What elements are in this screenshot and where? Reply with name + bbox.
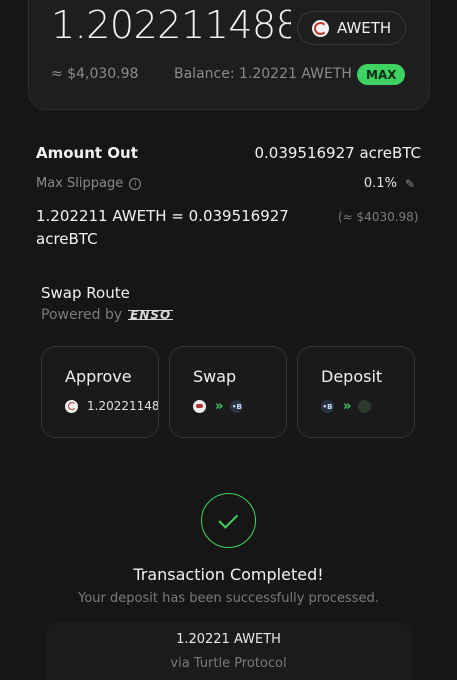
aweth-token-icon xyxy=(312,19,329,37)
summary-protocol: via Turtle Protocol xyxy=(170,656,287,671)
vault-token-icon xyxy=(358,400,372,413)
enso-logo: ENSO xyxy=(128,308,174,322)
usd-value: ≈ $4,030.98 xyxy=(51,66,139,82)
amount-out-value: 0.039516927 acreBTC xyxy=(254,144,421,162)
step-approve-body: 1.2022114884 xyxy=(65,399,159,413)
step-deposit-title: Deposit xyxy=(321,367,383,386)
success-check-circle xyxy=(201,493,256,548)
step-deposit: Deposit •B » xyxy=(297,346,415,438)
exchange-rate: 1.202211 AWETH = 0.039516927 acreBTC xyxy=(36,207,289,248)
transaction-completed-subtitle: Your deposit has been successfully proce… xyxy=(78,591,379,606)
info-icon[interactable]: i xyxy=(129,177,142,190)
swap-route-title: Swap Route xyxy=(41,284,130,302)
powered-by-text: Powered by xyxy=(41,307,123,323)
summary-card: 1.20221 AWETH via Turtle Protocol xyxy=(45,622,412,680)
amount-out-label: Amount Out xyxy=(36,144,138,162)
exchange-rate-usd: (≈ $4030.98) xyxy=(338,210,419,224)
step-swap-title: Swap xyxy=(193,367,237,386)
step-approve: Approve 1.2022114884 xyxy=(41,346,159,438)
powered-by: Powered by ENSO xyxy=(41,307,174,323)
max-slippage-label: Max Slippage i xyxy=(36,176,142,191)
balance-text: Balance: 1.20221 AWETH xyxy=(174,66,352,82)
summary-amount: 1.20221 AWETH xyxy=(176,632,281,647)
input-token-icon xyxy=(193,400,206,413)
aweth-token-icon xyxy=(65,399,78,413)
checkmark-icon xyxy=(217,508,238,529)
step-swap-body: » •B xyxy=(193,399,244,414)
slippage-label-text: Max Slippage xyxy=(36,176,124,191)
token-symbol: AWETH xyxy=(337,19,392,37)
edit-pencil-icon[interactable]: ✎ xyxy=(405,177,415,191)
step-approve-title: Approve xyxy=(65,367,132,386)
amount-input[interactable] xyxy=(51,3,291,47)
input-card: AWETH ≈ $4,030.98 Balance: 1.20221 AWETH… xyxy=(28,0,430,110)
max-button[interactable]: MAX xyxy=(357,64,406,85)
step-swap: Swap » •B xyxy=(169,346,287,438)
transaction-completed-title: Transaction Completed! xyxy=(133,565,324,584)
token-selector-button[interactable]: AWETH xyxy=(297,11,407,45)
slippage-value-text: 0.1% xyxy=(363,176,397,191)
step-deposit-body: •B » xyxy=(321,399,372,414)
acrebtc-token-icon: •B xyxy=(321,400,334,413)
acrebtc-token-icon: •B xyxy=(230,400,244,413)
double-chevron-right-icon: » xyxy=(215,399,224,414)
double-chevron-right-icon: » xyxy=(343,399,352,414)
step-approve-amount: 1.2022114884 xyxy=(87,399,159,413)
slippage-value: 0.1% ✎ xyxy=(364,176,415,191)
